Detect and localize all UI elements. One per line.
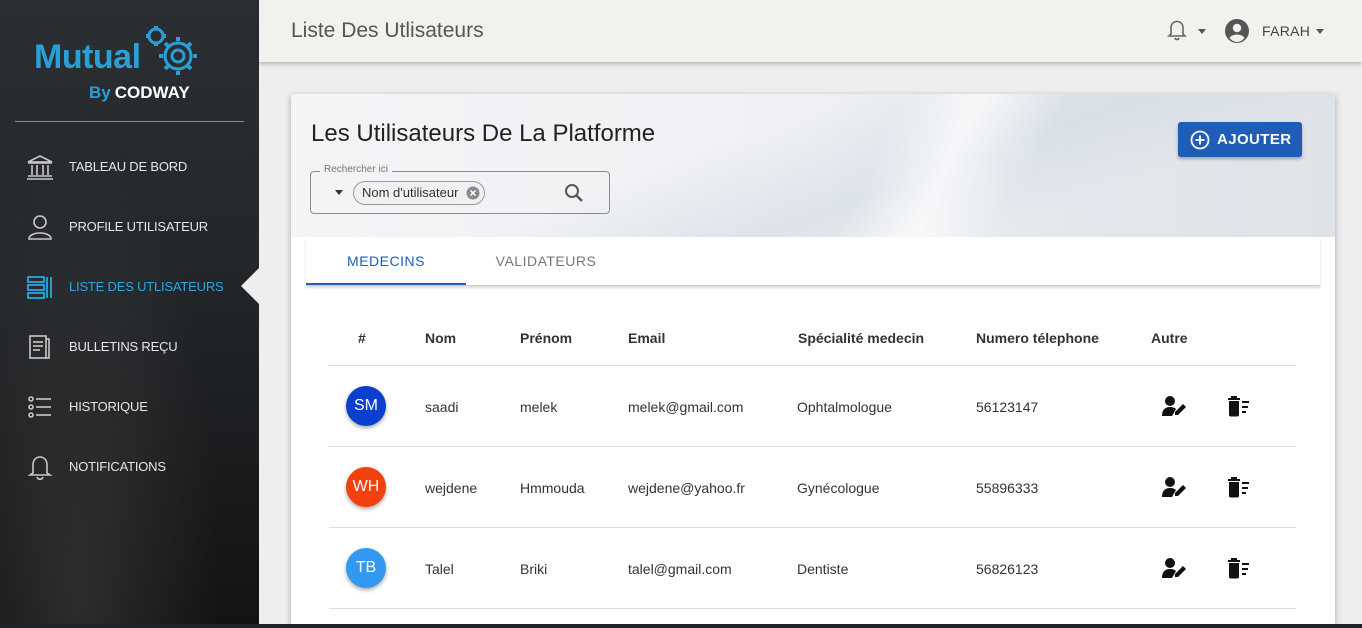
person-icon	[28, 215, 52, 240]
sidebar-item-profile[interactable]: PROFILE UTILISATEUR	[0, 202, 259, 250]
bell-icon	[27, 456, 53, 480]
chip-label: Nom d'utilisateur	[362, 185, 459, 200]
cell-nom: wejdene	[425, 480, 478, 496]
column-header-nom: Nom	[425, 330, 457, 346]
bank-icon	[27, 155, 53, 180]
cell-prenom: Hmmouda	[520, 480, 585, 496]
sidebar-item-label: LISTE DES UTLISATEURS	[69, 278, 224, 294]
column-header-index: #	[358, 330, 366, 346]
cell-prenom: Briki	[520, 561, 548, 577]
chevron-down-icon[interactable]	[1198, 29, 1206, 34]
table-header: # Nom Prénom Email Spécialité medecin Nu…	[329, 314, 1296, 366]
cell-prenom: melek	[520, 399, 558, 415]
cell-specialite: Dentiste	[797, 561, 849, 577]
sidebar-divider	[15, 121, 244, 122]
chevron-down-icon[interactable]	[1316, 29, 1324, 34]
cell-email: talel@gmail.com	[628, 561, 732, 577]
cell-email: wejdene@yahoo.fr	[628, 480, 745, 496]
sidebar-item-historique[interactable]: HISTORIQUE	[0, 382, 259, 430]
sidebar-item-label: NOTIFICATIONS	[69, 458, 166, 474]
chevron-down-icon[interactable]	[335, 190, 343, 195]
account-circle-icon[interactable]	[1224, 18, 1250, 44]
sidebar-item-liste-utilisateurs[interactable]: LISTE DES UTLISATEURS	[0, 262, 259, 310]
add-circle-icon	[1190, 130, 1210, 150]
search-field[interactable]: Rechercher ici Nom d'utilisateur	[310, 164, 610, 214]
delete-icon[interactable]	[1227, 395, 1251, 417]
avatar: WH	[346, 467, 386, 507]
card-title: Les Utilisateurs De La Platforme	[311, 120, 656, 147]
column-header-prenom: Prénom	[520, 330, 573, 346]
edit-user-icon[interactable]	[1162, 476, 1188, 498]
add-user-button[interactable]: AJOUTER	[1178, 122, 1302, 157]
avatar: SM	[346, 386, 386, 426]
logo: Mutual By CODWAY	[34, 22, 214, 106]
cell-specialite: Ophtalmologue	[797, 399, 892, 415]
close-icon[interactable]	[466, 186, 480, 200]
tab-validateurs[interactable]: VALIDATEURS	[466, 237, 626, 285]
sidebar-item-notifications[interactable]: NOTIFICATIONS	[0, 442, 259, 490]
search-icon[interactable]	[564, 183, 584, 203]
users-table: # Nom Prénom Email Spécialité medecin Nu…	[329, 314, 1296, 609]
tab-indicator	[306, 283, 466, 285]
column-header-specialite: Spécialité medecin	[798, 330, 925, 346]
cell-telephone: 56826123	[976, 561, 1039, 577]
edit-user-icon[interactable]	[1162, 557, 1188, 579]
column-header-email: Email	[628, 330, 666, 346]
tab-bar: MEDECINS VALIDATEURS	[306, 237, 1320, 286]
sidebar: Mutual By CODWAY TABLEAU DE BORD PROFILE…	[0, 0, 259, 628]
user-name[interactable]: FARAH	[1262, 23, 1310, 39]
cell-telephone: 55896333	[976, 480, 1039, 496]
sidebar-item-label: PROFILE UTILISATEUR	[69, 218, 208, 234]
table-row: WH wejdene Hmmouda wejdene@yahoo.fr Gyné…	[329, 447, 1296, 528]
sidebar-item-bulletins[interactable]: BULLETINS REÇU	[0, 322, 259, 370]
logo-text: Mutual	[34, 38, 141, 76]
delete-icon[interactable]	[1227, 557, 1251, 579]
sidebar-item-label: BULLETINS REÇU	[69, 338, 178, 354]
history-list-icon	[28, 396, 51, 418]
avatar: TB	[346, 548, 386, 588]
sidebar-item-label: TABLEAU DE BORD	[69, 158, 188, 174]
card-header: Les Utilisateurs De La Platforme Recherc…	[291, 94, 1335, 237]
column-header-autre: Autre	[1151, 330, 1188, 346]
active-indicator	[241, 268, 259, 304]
search-legend: Rechercher ici	[320, 164, 392, 175]
table-row: TB Talel Briki talel@gmail.com Dentiste …	[329, 528, 1296, 609]
add-button-label: AJOUTER	[1217, 131, 1292, 148]
document-icon	[29, 335, 50, 359]
search-filter-chip[interactable]: Nom d'utilisateur	[353, 181, 486, 205]
table-row: SM saadi melek melek@gmail.com Ophtalmol…	[329, 366, 1296, 447]
cell-nom: Talel	[425, 561, 454, 577]
cell-telephone: 56123147	[976, 399, 1039, 415]
logo-subtitle: By CODWAY	[89, 83, 190, 102]
cell-nom: saadi	[425, 399, 459, 415]
column-header-telephone: Numero télephone	[976, 330, 1099, 346]
sidebar-item-tableau-de-bord[interactable]: TABLEAU DE BORD	[0, 142, 259, 190]
list-icon	[27, 276, 52, 299]
cell-specialite: Gynécologue	[797, 480, 880, 496]
top-bar: Liste Des Utlisateurs FARAH	[259, 0, 1362, 62]
users-card: Les Utilisateurs De La Platforme Recherc…	[291, 94, 1335, 628]
notification-bell-icon[interactable]	[1167, 19, 1187, 41]
page-title: Liste Des Utlisateurs	[291, 19, 484, 42]
cell-email: melek@gmail.com	[628, 399, 744, 415]
taskbar-edge	[0, 624, 1362, 628]
delete-icon[interactable]	[1227, 476, 1251, 498]
gear-icon	[146, 26, 197, 75]
sidebar-item-label: HISTORIQUE	[69, 398, 148, 414]
tab-medecins[interactable]: MEDECINS	[306, 237, 466, 285]
edit-user-icon[interactable]	[1162, 395, 1188, 417]
